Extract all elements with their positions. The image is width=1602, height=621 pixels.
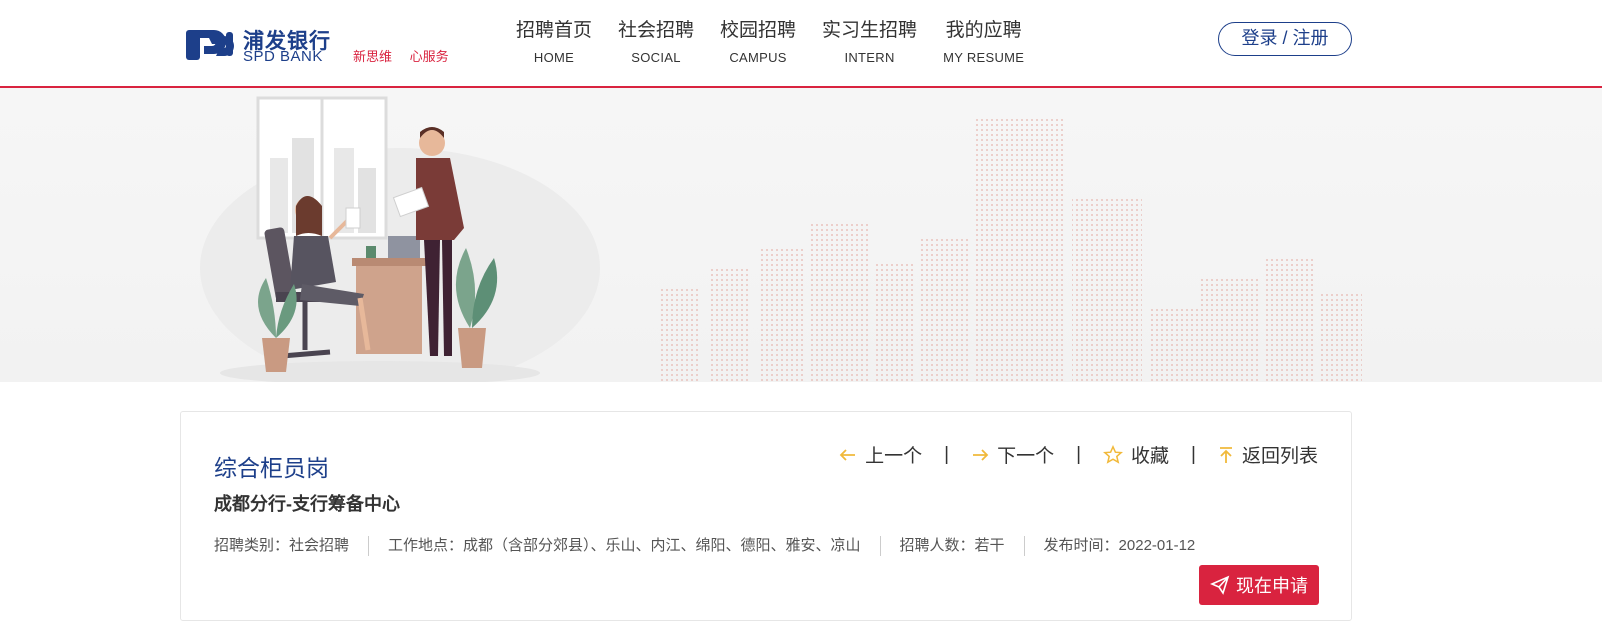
brand-name-en: SPD BANK <box>243 48 323 65</box>
back-to-list-label: 返回列表 <box>1241 446 1318 467</box>
nav-home-en: HOME <box>533 50 575 65</box>
login-register-button[interactable]: 登录 / 注册 <box>1218 22 1352 56</box>
spd-logo-icon <box>186 30 234 60</box>
nav-my-resume-cn: 我的应聘 <box>945 20 1022 41</box>
nav-campus-en: CAMPUS <box>729 50 787 65</box>
job-headcount: 招聘人数：若干 <box>879 536 1024 556</box>
job-detail-card: 综合柜员岗 成都分行-支行筹备中心 招聘类别：社会招聘 工作地点：成都（含部分郊… <box>180 411 1352 621</box>
nav-intern[interactable]: 实习生招聘 INTERN <box>822 18 917 68</box>
slogan-2: 心服务 <box>409 49 449 64</box>
job-department: 成都分行-支行筹备中心 <box>214 494 400 514</box>
nav-social-en: SOCIAL <box>631 50 681 65</box>
apply-now-button[interactable]: 现在申请 <box>1199 565 1319 605</box>
favorite-button[interactable]: 收藏 <box>1103 441 1169 468</box>
office-illustration <box>200 96 1362 382</box>
nav-campus-cn: 校园招聘 <box>720 20 797 41</box>
brand-logo[interactable]: 浦发银行 SPD BANK 新思维 心服务 <box>186 24 466 68</box>
job-category: 招聘类别：社会招聘 <box>214 537 350 554</box>
job-meta: 招聘类别：社会招聘 工作地点：成都（含部分郊县）、乐山、内江、绵阳、德阳、雅安、… <box>214 536 1214 556</box>
site-header: 浦发银行 SPD BANK 新思维 心服务 招聘首页 HOME 社会招聘 SOC… <box>0 0 1602 88</box>
nav-my-resume-en: MY RESUME <box>943 50 1025 65</box>
hero-banner <box>0 88 1602 382</box>
nav-intern-cn: 实习生招聘 <box>822 20 918 41</box>
nav-my-resume[interactable]: 我的应聘 MY RESUME <box>943 18 1024 68</box>
job-published: 发布时间：2022-01-12 <box>1023 536 1215 556</box>
slogan-1: 新思维 <box>353 49 393 64</box>
nav-intern-en: INTERN <box>844 50 895 65</box>
next-job-button[interactable]: 下一个 <box>971 441 1054 468</box>
back-to-list-button[interactable]: 返回列表 <box>1218 441 1318 468</box>
apply-now-label: 现在申请 <box>1236 576 1308 596</box>
nav-campus[interactable]: 校园招聘 CAMPUS <box>720 18 796 68</box>
brand-slogan: 新思维 心服务 <box>353 46 463 65</box>
arrow-up-to-top-icon <box>1219 446 1232 463</box>
main-nav: 招聘首页 HOME 社会招聘 SOCIAL 校园招聘 CAMPUS 实习生招聘 … <box>516 18 1050 68</box>
arrow-right-icon <box>973 448 989 461</box>
action-separator: | <box>1076 443 1082 465</box>
job-actions: 上一个 | 下一个 | 收藏 | 返回列表 <box>839 441 1318 468</box>
action-separator: | <box>1191 443 1196 465</box>
favorite-label: 收藏 <box>1131 446 1170 467</box>
next-job-label: 下一个 <box>997 446 1055 467</box>
prev-job-button[interactable]: 上一个 <box>839 441 922 468</box>
prev-job-label: 上一个 <box>865 446 923 467</box>
paper-plane-icon <box>1210 575 1230 595</box>
action-separator: | <box>944 443 950 465</box>
job-title: 综合柜员岗 <box>214 455 329 481</box>
nav-social[interactable]: 社会招聘 SOCIAL <box>618 18 694 68</box>
job-location: 工作地点：成都（含部分郊县）、乐山、内江、绵阳、德阳、雅安、凉山 <box>368 536 880 556</box>
arrow-left-icon <box>839 448 856 461</box>
nav-home-cn: 招聘首页 <box>516 20 593 41</box>
nav-home[interactable]: 招聘首页 HOME <box>516 18 592 68</box>
star-icon <box>1103 444 1124 464</box>
nav-social-cn: 社会招聘 <box>618 20 695 41</box>
